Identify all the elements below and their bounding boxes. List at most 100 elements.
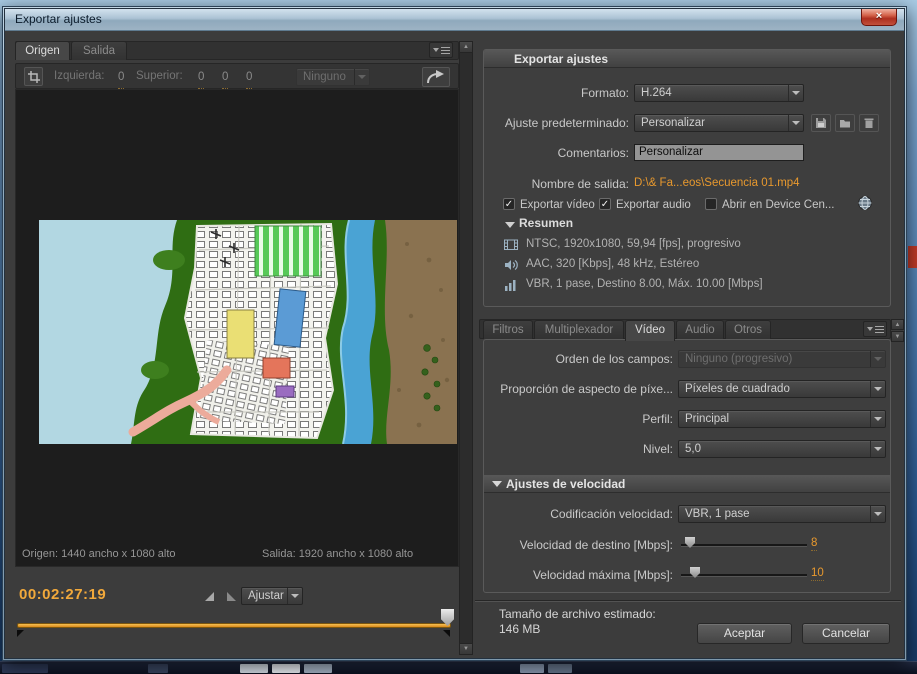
scroll-down-button[interactable]: ▼ bbox=[459, 643, 473, 655]
target-bitrate-label: Velocidad de destino [Mbps]: bbox=[519, 538, 673, 552]
scroll-up-button[interactable]: ▲ bbox=[459, 41, 473, 53]
save-icon bbox=[816, 118, 826, 128]
taskbar-window-button[interactable] bbox=[272, 664, 300, 673]
save-preset-button[interactable] bbox=[811, 114, 831, 132]
close-button[interactable]: × bbox=[861, 9, 897, 26]
source-size-status: Origen: 1440 ancho x 1080 alto bbox=[22, 548, 176, 560]
crop-toolbar: Izquierda: 0 Superior: 0 0 0 Ninguno bbox=[15, 63, 459, 89]
tab-video[interactable]: Vídeo bbox=[625, 320, 675, 341]
level-dropdown[interactable]: 5,0 bbox=[678, 440, 886, 458]
export-settings-dialog: Exportar ajustes × Origen Salida Izquier… bbox=[4, 8, 905, 659]
output-size-status: Salida: 1920 ancho x 1080 alto bbox=[262, 548, 414, 560]
work-area-start-handle[interactable] bbox=[17, 630, 24, 637]
field-order-dropdown: Ninguno (progresivo) bbox=[678, 350, 886, 368]
tab-multiplexador[interactable]: Multiplexador bbox=[534, 320, 624, 339]
down-arrow-icon: ▼ bbox=[894, 334, 901, 340]
output-name-link[interactable]: D:\& Fa...eos\Secuencia 01.mp4 bbox=[634, 177, 800, 189]
source-panel-scrollbar[interactable] bbox=[459, 41, 473, 655]
curved-arrow-icon bbox=[427, 70, 444, 84]
chevron-down-icon bbox=[870, 381, 885, 397]
device-central-checkbox[interactable] bbox=[705, 198, 717, 210]
target-bitrate-value[interactable]: 8 bbox=[811, 536, 818, 551]
source-panel-menu-button[interactable] bbox=[429, 42, 453, 58]
taskbar-window-button[interactable] bbox=[304, 664, 332, 673]
taskbar-window-button[interactable] bbox=[548, 664, 572, 673]
encoding-label: Codificación velocidad: bbox=[550, 507, 673, 521]
video-tab-group bbox=[483, 339, 891, 593]
chevron-down-icon bbox=[870, 441, 885, 457]
audio-summary-icon bbox=[504, 258, 518, 276]
bitrate-settings-header[interactable]: Ajustes de velocidad bbox=[484, 475, 890, 493]
summary-video-line: NTSC, 1920x1080, 59,94 [fps], progresivo bbox=[526, 238, 741, 250]
level-label: Nivel: bbox=[642, 442, 673, 456]
crop-bottom-value[interactable]: 0 bbox=[246, 66, 253, 89]
tab-salida[interactable]: Salida bbox=[71, 41, 127, 60]
ok-button[interactable]: Aceptar bbox=[697, 623, 792, 644]
profile-dropdown[interactable]: Principal bbox=[678, 410, 886, 428]
encoding-dropdown[interactable]: VBR, 1 pase bbox=[678, 505, 886, 523]
swap-view-button[interactable] bbox=[422, 67, 450, 87]
folder-icon bbox=[840, 120, 850, 128]
menu-lines-icon bbox=[874, 325, 884, 333]
field-order-label: Orden de los campos: bbox=[555, 352, 673, 366]
tab-origen[interactable]: Origen bbox=[15, 41, 70, 60]
taskbar-window-button[interactable] bbox=[520, 664, 544, 673]
format-dropdown[interactable]: H.264 bbox=[634, 84, 804, 102]
options-scroll-down-button[interactable]: ▼ bbox=[891, 331, 904, 342]
pixel-aspect-label: Proporción de aspecto de píxe... bbox=[500, 382, 673, 396]
menu-lines-icon bbox=[440, 46, 450, 54]
taskbar-window-button[interactable] bbox=[148, 664, 168, 673]
output-name-label: Nombre de salida: bbox=[531, 177, 629, 191]
in-point-button[interactable] bbox=[205, 592, 214, 601]
import-preset-button[interactable] bbox=[835, 114, 855, 132]
export-audio-label: Exportar audio bbox=[616, 199, 691, 211]
export-settings-header: Exportar ajustes bbox=[484, 50, 890, 68]
globe-icon bbox=[857, 195, 873, 216]
chevron-down-icon bbox=[870, 411, 885, 427]
crop-left-value[interactable]: 0 bbox=[118, 66, 125, 89]
profile-label: Perfil: bbox=[642, 412, 673, 426]
taskbar[interactable] bbox=[0, 661, 917, 674]
chevron-down-icon bbox=[870, 351, 885, 367]
target-bitrate-slider-track[interactable] bbox=[681, 544, 807, 547]
out-point-button[interactable] bbox=[227, 592, 236, 601]
max-bitrate-slider-track[interactable] bbox=[681, 574, 807, 577]
footer-divider bbox=[475, 600, 901, 602]
tab-otros[interactable]: Otros bbox=[725, 320, 771, 339]
fit-dropdown[interactable]: Ajustar bbox=[241, 587, 303, 605]
crop-right-value[interactable]: 0 bbox=[222, 66, 229, 89]
export-video-checkbox[interactable]: ✓ bbox=[503, 198, 515, 210]
taskbar-window-button[interactable] bbox=[2, 664, 48, 673]
tab-filtros[interactable]: Filtros bbox=[483, 320, 533, 339]
crop-top-label: Superior: bbox=[136, 70, 183, 82]
comments-input[interactable]: Personalizar bbox=[634, 144, 804, 161]
tab-audio[interactable]: Audio bbox=[676, 320, 724, 339]
crop-button[interactable] bbox=[24, 67, 43, 86]
options-panel-menu-button[interactable] bbox=[863, 321, 887, 337]
options-scroll-up-button[interactable]: ▲ bbox=[891, 319, 904, 330]
timeline-track[interactable] bbox=[17, 623, 451, 628]
export-audio-checkbox[interactable]: ✓ bbox=[599, 198, 611, 210]
comments-label: Comentarios: bbox=[557, 146, 629, 160]
delete-preset-button[interactable] bbox=[859, 114, 879, 132]
down-arrow-icon: ▼ bbox=[463, 646, 469, 652]
chevron-down-icon bbox=[788, 115, 803, 131]
up-arrow-icon: ▲ bbox=[894, 322, 901, 328]
crop-top-value[interactable]: 0 bbox=[198, 66, 205, 89]
max-bitrate-value[interactable]: 10 bbox=[811, 566, 824, 581]
summary-header[interactable]: Resumen bbox=[519, 216, 573, 230]
pixel-aspect-dropdown[interactable]: Píxeles de cuadrado bbox=[678, 380, 886, 398]
work-area-end-handle[interactable] bbox=[443, 630, 450, 637]
preset-dropdown[interactable]: Personalizar bbox=[634, 114, 804, 132]
timecode-field[interactable]: 00:02:27:19 bbox=[19, 586, 106, 603]
titlebar[interactable]: Exportar ajustes bbox=[5, 9, 904, 31]
estimated-size-label: Tamaño de archivo estimado: bbox=[499, 607, 656, 621]
cancel-button[interactable]: Cancelar bbox=[802, 623, 890, 644]
taskbar-window-button[interactable] bbox=[240, 664, 268, 673]
chevron-down-icon bbox=[432, 48, 439, 52]
summary-bitrate-line: VBR, 1 pase, Destino 8.00, Máx. 10.00 [M… bbox=[526, 278, 763, 290]
estimated-size-value: 146 MB bbox=[499, 622, 541, 636]
trash-icon bbox=[864, 118, 874, 128]
window-title: Exportar ajustes bbox=[15, 12, 102, 26]
chevron-down-icon bbox=[788, 85, 803, 101]
